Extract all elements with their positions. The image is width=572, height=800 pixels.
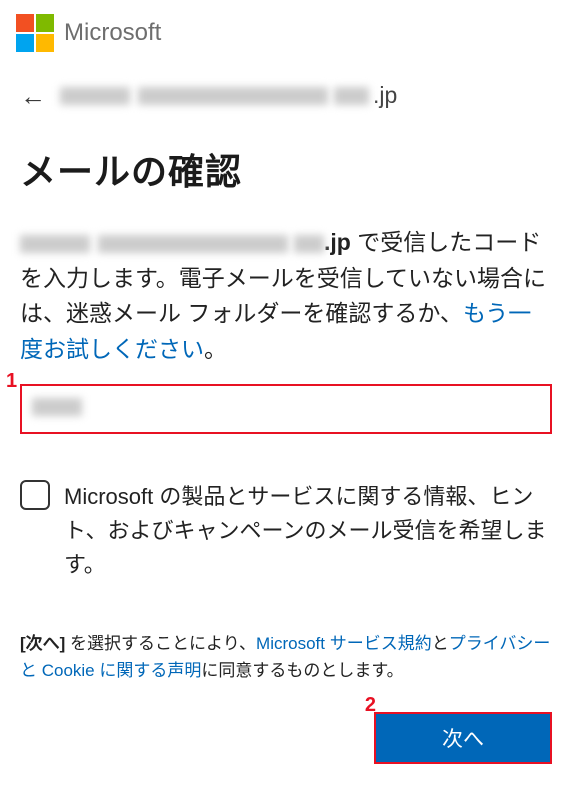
marketing-optin-checkbox[interactable] <box>20 480 50 510</box>
desc-period: 。 <box>204 336 227 362</box>
redacted-text <box>334 87 369 105</box>
description: .jp で受信したコードを入力します。電子メールを受信していない場合には、迷惑メ… <box>20 225 552 368</box>
header: Microsoft <box>0 0 572 62</box>
brand-text: Microsoft <box>64 19 161 47</box>
annotation-1: 1 <box>6 370 17 393</box>
terms-text: [次へ] を選択することにより、Microsoft サービス規約とプライバシーと… <box>20 630 552 684</box>
redacted-text <box>98 235 288 253</box>
redacted-text <box>60 87 130 105</box>
redacted-text <box>20 235 90 253</box>
page-title: メールの確認 <box>20 143 552 195</box>
terms-bold: [次へ] <box>20 634 65 653</box>
redacted-text <box>138 87 328 105</box>
identity-row: ← .jp <box>20 82 552 109</box>
email-suffix: .jp <box>373 82 397 109</box>
code-input[interactable] <box>20 384 552 434</box>
redacted-text <box>294 235 324 253</box>
email-suffix-inline: .jp <box>324 229 351 255</box>
next-button[interactable]: 次へ <box>374 712 552 764</box>
annotation-2: 2 <box>365 694 376 717</box>
back-arrow-icon[interactable]: ← <box>20 83 46 109</box>
identity-email: .jp <box>60 82 397 109</box>
terms-t2: と <box>432 634 449 653</box>
terms-t1: を選択することにより、 <box>65 634 256 653</box>
terms-t3: に同意するものとします。 <box>201 661 403 680</box>
microsoft-logo-icon <box>16 14 54 52</box>
marketing-optin-label: Microsoft の製品とサービスに関する情報、ヒント、およびキャンペーンのメ… <box>64 480 552 582</box>
service-agreement-link[interactable]: Microsoft サービス規約 <box>256 634 432 653</box>
